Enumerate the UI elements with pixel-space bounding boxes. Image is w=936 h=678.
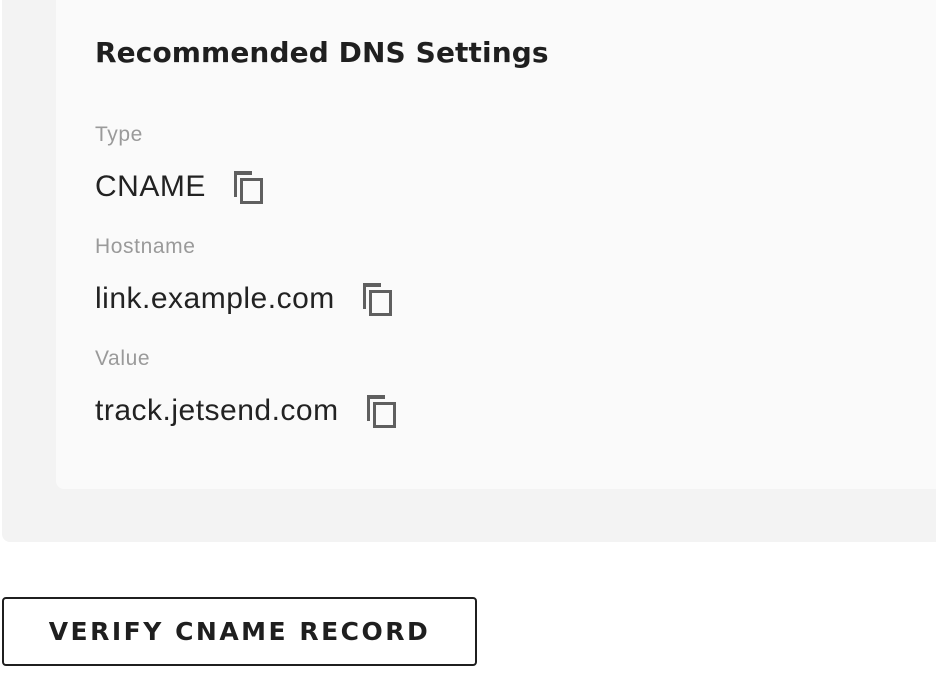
hostname-label: Hostname bbox=[95, 235, 196, 258]
value-row: track.jetsend.com bbox=[95, 392, 399, 430]
copy-icon[interactable] bbox=[359, 280, 395, 318]
value-value: track.jetsend.com bbox=[95, 394, 339, 427]
verify-cname-button[interactable]: VERIFY CNAME RECORD bbox=[2, 597, 477, 666]
type-value: CNAME bbox=[95, 170, 206, 203]
hostname-row: link.example.com bbox=[95, 280, 395, 318]
copy-icon[interactable] bbox=[230, 168, 266, 206]
hostname-value: link.example.com bbox=[95, 282, 335, 315]
type-label: Type bbox=[95, 123, 143, 146]
dns-settings-heading: Recommended DNS Settings bbox=[95, 36, 549, 69]
value-label: Value bbox=[95, 347, 151, 370]
type-row: CNAME bbox=[95, 168, 266, 206]
copy-icon[interactable] bbox=[363, 392, 399, 430]
